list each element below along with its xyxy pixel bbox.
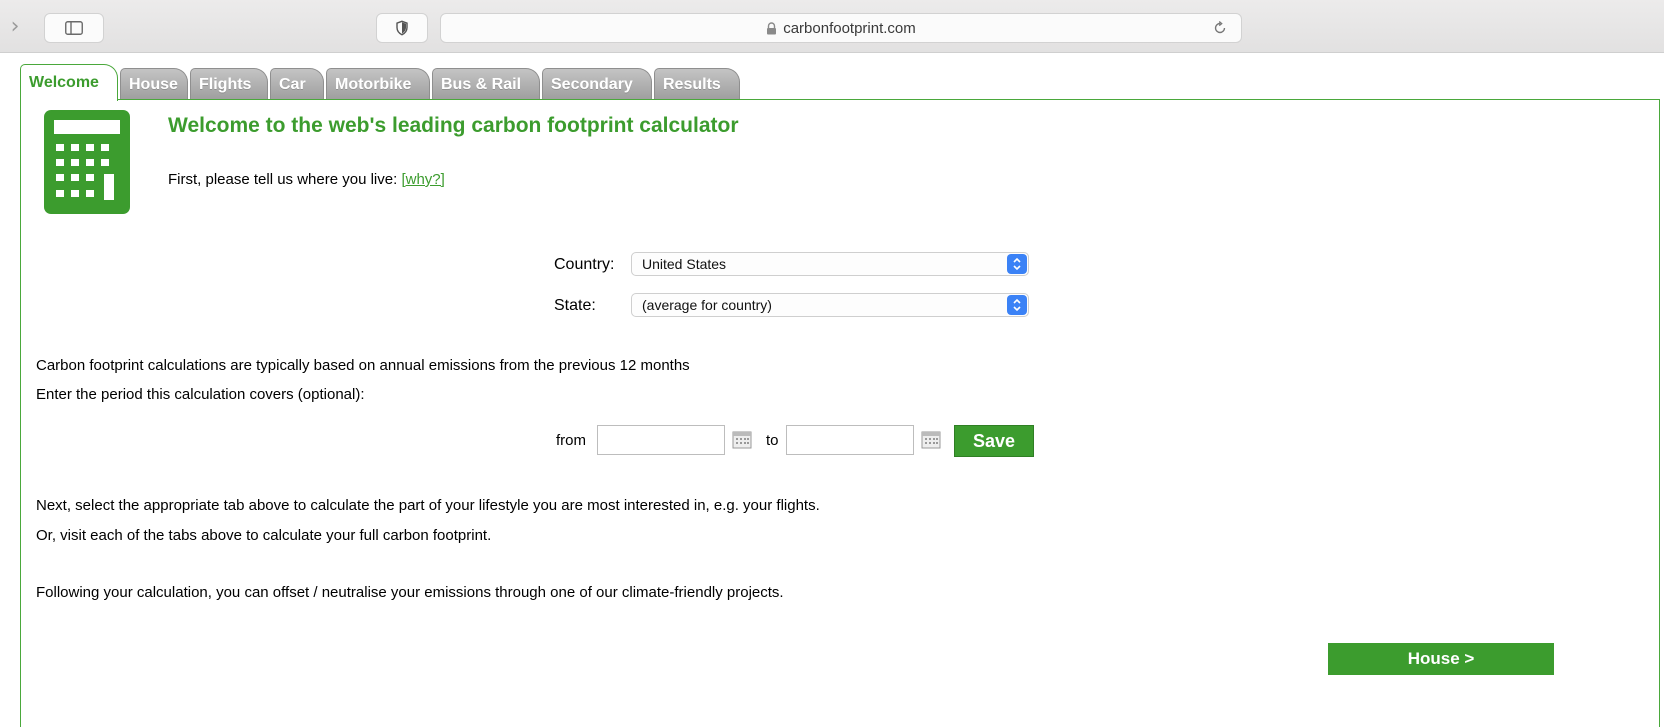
state-label: State: xyxy=(554,297,596,314)
country-select[interactable]: United States xyxy=(631,252,1029,276)
tab-secondary[interactable]: Secondary xyxy=(542,68,652,100)
next-instructions: Next, select the appropriate tab above t… xyxy=(36,497,820,514)
from-label: from xyxy=(556,432,586,449)
privacy-button[interactable] xyxy=(376,13,428,43)
tab-bus-rail[interactable]: Bus & Rail xyxy=(432,68,540,100)
why-link[interactable]: [why?] xyxy=(401,171,444,188)
tab-results[interactable]: Results xyxy=(654,68,740,100)
browser-toolbar: › carbonfootprint.com xyxy=(0,0,1664,53)
reload-icon[interactable] xyxy=(1211,19,1229,37)
state-select-value: (average for country) xyxy=(642,297,772,313)
next-house-button[interactable]: House > xyxy=(1328,643,1554,675)
full-footprint-note: Or, visit each of the tabs above to calc… xyxy=(36,527,492,544)
chevron-right-icon[interactable]: › xyxy=(4,13,26,43)
url-text: carbonfootprint.com xyxy=(783,19,916,37)
location-prompt: First, please tell us where you live: [w… xyxy=(168,171,445,188)
save-button[interactable]: Save xyxy=(954,425,1034,457)
location-prompt-text: First, please tell us where you live: xyxy=(168,171,398,188)
page-title: Welcome to the web's leading carbon foot… xyxy=(168,114,739,137)
period-note: Carbon footprint calculations are typica… xyxy=(36,357,690,374)
sidebar-icon xyxy=(65,21,83,35)
select-arrows-icon xyxy=(1007,295,1027,315)
welcome-panel xyxy=(20,99,1660,727)
lock-icon xyxy=(767,21,777,34)
tab-flights[interactable]: Flights xyxy=(190,68,268,100)
country-label: Country: xyxy=(554,256,615,273)
tab-welcome[interactable]: Welcome xyxy=(20,64,118,101)
shield-icon xyxy=(396,20,408,36)
state-select[interactable]: (average for country) xyxy=(631,293,1029,317)
offset-note: Following your calculation, you can offs… xyxy=(36,584,784,601)
to-date-input[interactable] xyxy=(786,425,914,455)
tab-car[interactable]: Car xyxy=(270,68,324,100)
calculator-icon xyxy=(44,110,130,214)
sidebar-toggle-button[interactable] xyxy=(44,13,104,43)
select-arrows-icon xyxy=(1007,254,1027,274)
country-select-value: United States xyxy=(642,256,727,272)
calendar-icon[interactable] xyxy=(732,430,752,450)
from-date-input[interactable] xyxy=(597,425,725,455)
period-prompt: Enter the period this calculation covers… xyxy=(36,386,365,403)
tab-house[interactable]: House xyxy=(120,68,188,100)
calendar-icon[interactable] xyxy=(921,430,941,450)
to-label: to xyxy=(766,432,779,449)
tab-motorbike[interactable]: Motorbike xyxy=(326,68,430,100)
address-bar[interactable]: carbonfootprint.com xyxy=(440,13,1242,43)
